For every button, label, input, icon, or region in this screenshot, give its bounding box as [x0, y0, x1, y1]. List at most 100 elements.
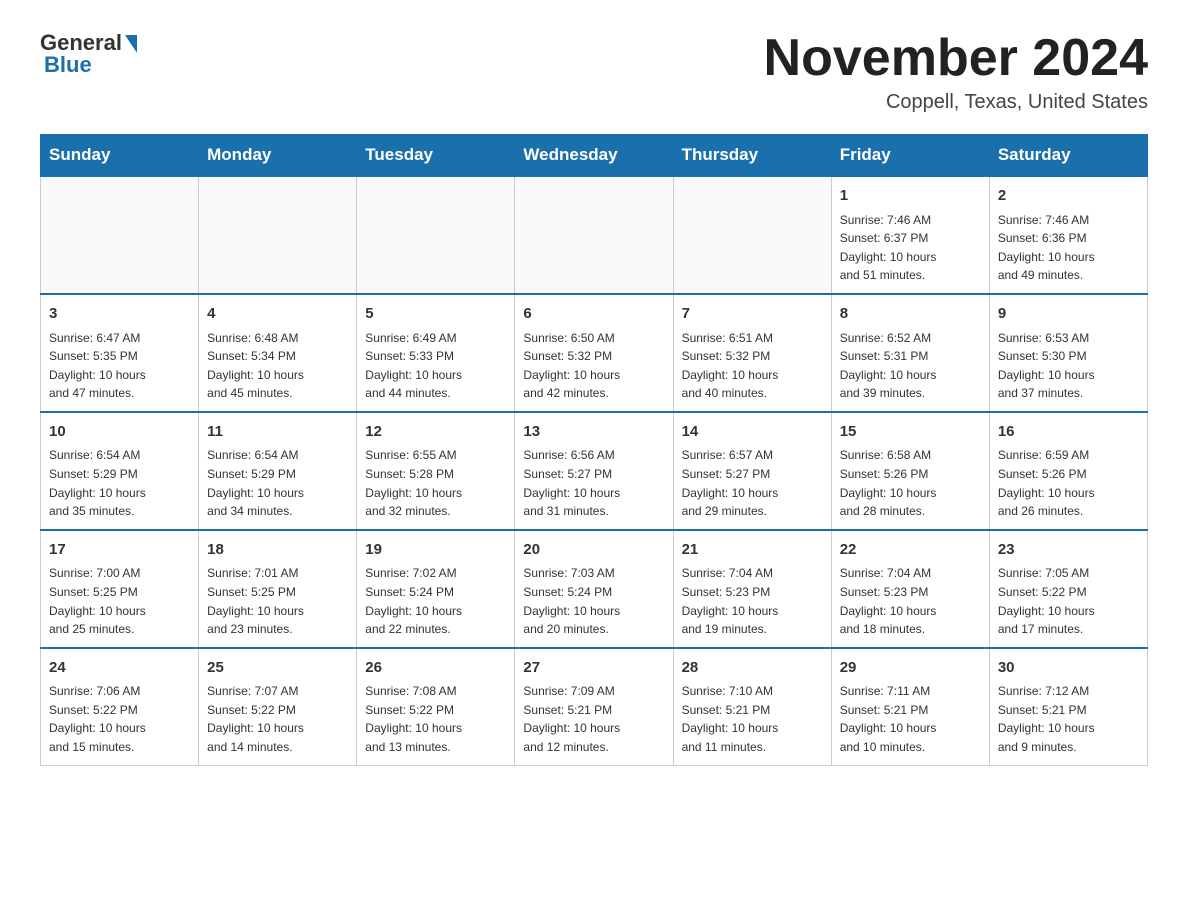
day-number: 8: [840, 303, 981, 326]
day-info: Sunrise: 7:12 AMSunset: 5:21 PMDaylight:…: [998, 682, 1139, 756]
day-number: 1: [840, 185, 981, 208]
calendar-cell: 14Sunrise: 6:57 AMSunset: 5:27 PMDayligh…: [673, 412, 831, 530]
calendar-cell: [357, 176, 515, 294]
calendar-cell: 18Sunrise: 7:01 AMSunset: 5:25 PMDayligh…: [199, 530, 357, 648]
calendar-cell: 19Sunrise: 7:02 AMSunset: 5:24 PMDayligh…: [357, 530, 515, 648]
day-number: 29: [840, 657, 981, 680]
day-number: 15: [840, 421, 981, 444]
day-info: Sunrise: 6:58 AMSunset: 5:26 PMDaylight:…: [840, 446, 981, 520]
calendar-cell: 27Sunrise: 7:09 AMSunset: 5:21 PMDayligh…: [515, 648, 673, 765]
calendar-cell: 29Sunrise: 7:11 AMSunset: 5:21 PMDayligh…: [831, 648, 989, 765]
day-number: 22: [840, 539, 981, 562]
day-number: 19: [365, 539, 506, 562]
calendar-cell: 23Sunrise: 7:05 AMSunset: 5:22 PMDayligh…: [989, 530, 1147, 648]
day-info: Sunrise: 7:11 AMSunset: 5:21 PMDaylight:…: [840, 682, 981, 756]
calendar-cell: 13Sunrise: 6:56 AMSunset: 5:27 PMDayligh…: [515, 412, 673, 530]
day-number: 21: [682, 539, 823, 562]
day-info: Sunrise: 7:09 AMSunset: 5:21 PMDaylight:…: [523, 682, 664, 756]
day-info: Sunrise: 7:46 AMSunset: 6:36 PMDaylight:…: [998, 211, 1139, 285]
weekday-header-tuesday: Tuesday: [357, 135, 515, 177]
calendar-cell: 2 Sunrise: 7:46 AMSunset: 6:36 PMDaylight…: [989, 176, 1147, 294]
calendar-cell: 10Sunrise: 6:54 AMSunset: 5:29 PMDayligh…: [41, 412, 199, 530]
calendar-cell: 16Sunrise: 6:59 AMSunset: 5:26 PMDayligh…: [989, 412, 1147, 530]
day-number: 16: [998, 421, 1139, 444]
calendar-cell: 1 Sunrise: 7:46 AMSunset: 6:37 PMDaylight…: [831, 176, 989, 294]
calendar-cell: 30Sunrise: 7:12 AMSunset: 5:21 PMDayligh…: [989, 648, 1147, 765]
calendar-cell: 20Sunrise: 7:03 AMSunset: 5:24 PMDayligh…: [515, 530, 673, 648]
day-info: Sunrise: 7:04 AMSunset: 5:23 PMDaylight:…: [682, 564, 823, 638]
day-info: Sunrise: 7:10 AMSunset: 5:21 PMDaylight:…: [682, 682, 823, 756]
day-info: Sunrise: 7:08 AMSunset: 5:22 PMDaylight:…: [365, 682, 506, 756]
logo: General Blue: [40, 30, 137, 78]
calendar-cell: 3 Sunrise: 6:47 AMSunset: 5:35 PMDaylight…: [41, 294, 199, 412]
calendar-cell: 9 Sunrise: 6:53 AMSunset: 5:30 PMDaylight…: [989, 294, 1147, 412]
day-info: Sunrise: 6:56 AMSunset: 5:27 PMDaylight:…: [523, 446, 664, 520]
day-info: Sunrise: 6:59 AMSunset: 5:26 PMDaylight:…: [998, 446, 1139, 520]
calendar-cell: 8Sunrise: 6:52 AMSunset: 5:31 PMDaylight…: [831, 294, 989, 412]
day-number: 12: [365, 421, 506, 444]
calendar-cell: 28Sunrise: 7:10 AMSunset: 5:21 PMDayligh…: [673, 648, 831, 765]
day-info: Sunrise: 7:01 AMSunset: 5:25 PMDaylight:…: [207, 564, 348, 638]
day-number: 18: [207, 539, 348, 562]
day-info: Sunrise: 6:53 AMSunset: 5:30 PMDaylight:…: [998, 329, 1139, 403]
calendar-table: SundayMondayTuesdayWednesdayThursdayFrid…: [40, 134, 1148, 765]
day-number: 23: [998, 539, 1139, 562]
calendar-cell: 12Sunrise: 6:55 AMSunset: 5:28 PMDayligh…: [357, 412, 515, 530]
day-info: Sunrise: 6:54 AMSunset: 5:29 PMDaylight:…: [49, 446, 190, 520]
day-number: 17: [49, 539, 190, 562]
day-number: 20: [523, 539, 664, 562]
calendar-cell: 25Sunrise: 7:07 AMSunset: 5:22 PMDayligh…: [199, 648, 357, 765]
day-number: 30: [998, 657, 1139, 680]
day-info: Sunrise: 7:00 AMSunset: 5:25 PMDaylight:…: [49, 564, 190, 638]
calendar-cell: [199, 176, 357, 294]
day-info: Sunrise: 7:07 AMSunset: 5:22 PMDaylight:…: [207, 682, 348, 756]
day-info: Sunrise: 6:51 AMSunset: 5:32 PMDaylight:…: [682, 329, 823, 403]
day-number: 14: [682, 421, 823, 444]
day-number: 6: [523, 303, 664, 326]
calendar-cell: 26Sunrise: 7:08 AMSunset: 5:22 PMDayligh…: [357, 648, 515, 765]
day-info: Sunrise: 7:03 AMSunset: 5:24 PMDaylight:…: [523, 564, 664, 638]
day-info: Sunrise: 7:46 AMSunset: 6:37 PMDaylight:…: [840, 211, 981, 285]
page-header: General Blue November 2024 Coppell, Texa…: [40, 30, 1148, 114]
location-subtitle: Coppell, Texas, United States: [764, 91, 1148, 114]
calendar-cell: [515, 176, 673, 294]
day-number: 2: [998, 185, 1139, 208]
calendar-cell: 21Sunrise: 7:04 AMSunset: 5:23 PMDayligh…: [673, 530, 831, 648]
calendar-week-row: 24Sunrise: 7:06 AMSunset: 5:22 PMDayligh…: [41, 648, 1148, 765]
day-number: 13: [523, 421, 664, 444]
calendar-cell: [673, 176, 831, 294]
day-number: 9: [998, 303, 1139, 326]
calendar-cell: 11Sunrise: 6:54 AMSunset: 5:29 PMDayligh…: [199, 412, 357, 530]
weekday-header-monday: Monday: [199, 135, 357, 177]
day-info: Sunrise: 6:50 AMSunset: 5:32 PMDaylight:…: [523, 329, 664, 403]
weekday-header-row: SundayMondayTuesdayWednesdayThursdayFrid…: [41, 135, 1148, 177]
day-info: Sunrise: 6:49 AMSunset: 5:33 PMDaylight:…: [365, 329, 506, 403]
day-number: 3: [49, 303, 190, 326]
calendar-week-row: 3 Sunrise: 6:47 AMSunset: 5:35 PMDaylight…: [41, 294, 1148, 412]
calendar-cell: 22Sunrise: 7:04 AMSunset: 5:23 PMDayligh…: [831, 530, 989, 648]
day-number: 4: [207, 303, 348, 326]
day-number: 26: [365, 657, 506, 680]
weekday-header-saturday: Saturday: [989, 135, 1147, 177]
day-number: 28: [682, 657, 823, 680]
day-info: Sunrise: 7:06 AMSunset: 5:22 PMDaylight:…: [49, 682, 190, 756]
calendar-week-row: 1 Sunrise: 7:46 AMSunset: 6:37 PMDaylight…: [41, 176, 1148, 294]
calendar-cell: 17Sunrise: 7:00 AMSunset: 5:25 PMDayligh…: [41, 530, 199, 648]
title-block: November 2024 Coppell, Texas, United Sta…: [764, 30, 1148, 114]
weekday-header-thursday: Thursday: [673, 135, 831, 177]
day-info: Sunrise: 6:55 AMSunset: 5:28 PMDaylight:…: [365, 446, 506, 520]
month-year-title: November 2024: [764, 30, 1148, 87]
calendar-cell: 4 Sunrise: 6:48 AMSunset: 5:34 PMDaylight…: [199, 294, 357, 412]
calendar-cell: 15Sunrise: 6:58 AMSunset: 5:26 PMDayligh…: [831, 412, 989, 530]
day-info: Sunrise: 7:04 AMSunset: 5:23 PMDaylight:…: [840, 564, 981, 638]
calendar-week-row: 17Sunrise: 7:00 AMSunset: 5:25 PMDayligh…: [41, 530, 1148, 648]
day-number: 11: [207, 421, 348, 444]
day-info: Sunrise: 6:48 AMSunset: 5:34 PMDaylight:…: [207, 329, 348, 403]
weekday-header-sunday: Sunday: [41, 135, 199, 177]
calendar-cell: [41, 176, 199, 294]
day-number: 27: [523, 657, 664, 680]
day-info: Sunrise: 6:47 AMSunset: 5:35 PMDaylight:…: [49, 329, 190, 403]
day-number: 5: [365, 303, 506, 326]
calendar-cell: 5 Sunrise: 6:49 AMSunset: 5:33 PMDaylight…: [357, 294, 515, 412]
calendar-cell: 6 Sunrise: 6:50 AMSunset: 5:32 PMDaylight…: [515, 294, 673, 412]
